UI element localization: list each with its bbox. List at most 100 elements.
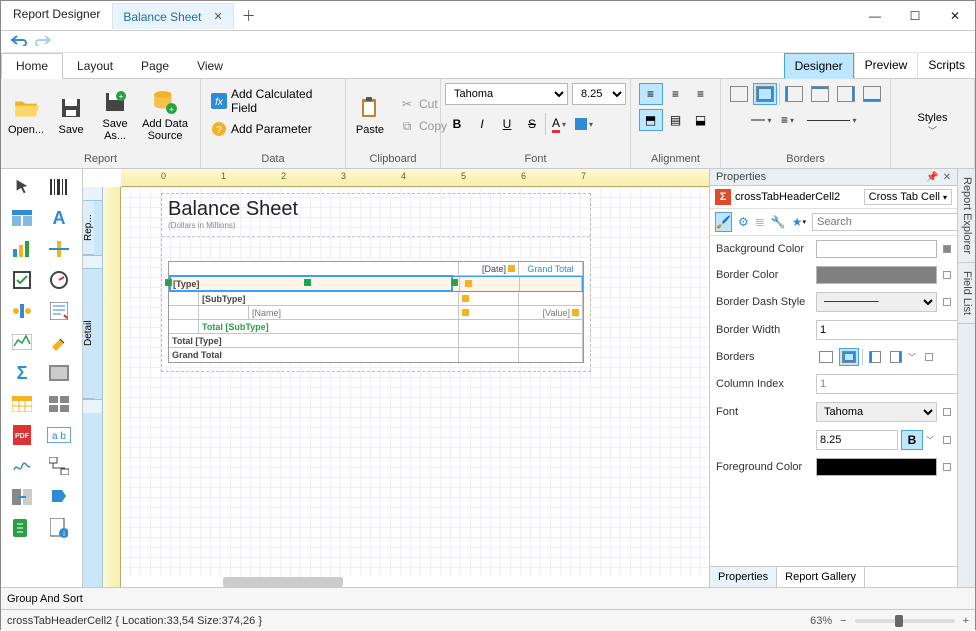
prop-fontsize-input[interactable] xyxy=(816,430,898,450)
wrench-icon[interactable]: 🔧 xyxy=(771,212,786,232)
font-color-button[interactable]: A▾ xyxy=(547,113,571,135)
prop-border-right[interactable] xyxy=(887,348,905,366)
border-right-button[interactable] xyxy=(834,83,858,105)
label-tool[interactable]: A xyxy=(42,204,76,232)
border-none-button[interactable] xyxy=(727,83,751,105)
redo-icon[interactable] xyxy=(35,33,51,51)
prop-bgcolor-swatch[interactable] xyxy=(816,240,937,258)
prop-dashstyle-select[interactable]: ─────── xyxy=(816,292,937,312)
ribbon-tab-page[interactable]: Page xyxy=(127,54,183,78)
chevron-down-icon[interactable]: ﹀ xyxy=(926,435,934,446)
tab-properties[interactable]: Properties xyxy=(710,567,777,587)
pointer-tool[interactable] xyxy=(5,173,39,201)
brush-icon[interactable]: 🖌️ xyxy=(715,212,732,232)
band-bar[interactable]: Rep... Detail xyxy=(83,187,103,587)
signature-tool[interactable] xyxy=(5,452,39,480)
prop-bold-button[interactable]: B xyxy=(901,430,923,450)
border-style-button[interactable]: ▾ xyxy=(802,109,862,131)
chart-tool[interactable] xyxy=(5,235,39,263)
property-search-input[interactable] xyxy=(812,213,964,231)
strike-button[interactable]: S xyxy=(520,113,544,135)
table-tool[interactable] xyxy=(5,390,39,418)
design-surface[interactable]: 0 1 2 3 4 5 6 7 Rep... Detail Balance Sh… xyxy=(83,169,709,587)
field-list-tab[interactable]: Field List xyxy=(958,263,975,324)
close-icon[interactable]: ✕ xyxy=(213,10,222,23)
relation-tool[interactable] xyxy=(42,452,76,480)
cell-name[interactable]: [Name] xyxy=(249,306,459,319)
prop-border-none[interactable] xyxy=(816,348,836,366)
sparkline-tool[interactable] xyxy=(5,328,39,356)
ribbon-tool-designer[interactable]: Designer xyxy=(784,53,854,79)
valign-bottom-button[interactable]: ⬓ xyxy=(689,109,713,131)
save-as-button[interactable]: + Save As... xyxy=(94,86,136,144)
report-subtitle-label[interactable]: (Dollars in Millions) xyxy=(162,221,590,237)
cell-grand-total-header[interactable]: Grand Total xyxy=(519,262,583,275)
prop-font-select[interactable]: Tahoma xyxy=(816,402,937,422)
tab-report-gallery[interactable]: Report Gallery xyxy=(777,567,865,587)
border-width-button[interactable]: ≡▾ xyxy=(776,109,800,131)
bold-button[interactable]: B xyxy=(445,113,469,135)
maximize-button[interactable]: ☐ xyxy=(895,1,935,30)
valign-top-button[interactable]: ⬒ xyxy=(639,109,663,131)
textbox-tool[interactable]: a b xyxy=(42,421,76,449)
close-panel-icon[interactable]: ✕ xyxy=(943,172,951,183)
border-color-button[interactable]: ▾ xyxy=(750,109,774,131)
tab-balance-sheet[interactable]: Balance Sheet ✕ xyxy=(112,3,233,30)
richtext-tool[interactable] xyxy=(42,297,76,325)
prop-border-left[interactable] xyxy=(866,348,884,366)
add-data-source-button[interactable]: + Add Data Source xyxy=(138,86,192,144)
prop-borderwidth-input[interactable] xyxy=(816,320,957,340)
grid-tool[interactable] xyxy=(42,390,76,418)
new-tab-button[interactable]: ＋ xyxy=(234,1,264,30)
undo-icon[interactable] xyxy=(11,33,27,51)
report-title-label[interactable]: Balance Sheet xyxy=(162,194,590,221)
chevron-down-icon[interactable]: ﹀ xyxy=(908,352,916,363)
gear-icon[interactable]: ⚙ xyxy=(738,212,749,232)
align-center-button[interactable]: ≡ xyxy=(664,83,688,105)
detail-band[interactable]: Detail xyxy=(83,269,94,399)
highlight-tool[interactable] xyxy=(42,328,76,356)
vertical-ruler[interactable] xyxy=(103,187,121,587)
open-button[interactable]: Open... xyxy=(4,92,48,138)
center-tool[interactable] xyxy=(42,235,76,263)
prop-bordercolor-swatch[interactable] xyxy=(816,266,937,284)
border-left-button[interactable] xyxy=(782,83,806,105)
favorite-icon[interactable]: ★▾ xyxy=(792,212,806,232)
barcode-tool[interactable] xyxy=(42,173,76,201)
valign-middle-button[interactable]: ▤ xyxy=(664,109,688,131)
report-explorer-tab[interactable]: Report Explorer xyxy=(958,169,975,263)
border-all-button[interactable] xyxy=(753,83,777,105)
horizontal-ruler[interactable]: 0 1 2 3 4 5 6 7 xyxy=(121,169,709,187)
ribbon-tab-layout[interactable]: Layout xyxy=(63,54,127,78)
report-body[interactable]: Balance Sheet (Dollars in Millions) [Dat… xyxy=(161,193,591,372)
ribbon-tool-preview[interactable]: Preview xyxy=(854,53,918,78)
font-name-select[interactable]: Tahoma xyxy=(445,83,568,105)
report-header-band[interactable]: Rep... xyxy=(83,201,94,255)
checkbox-tool[interactable] xyxy=(5,266,39,294)
save-button[interactable]: Save xyxy=(50,92,92,138)
pdf-tool[interactable]: PDF xyxy=(5,421,39,449)
add-calc-field-button[interactable]: fx Add Calculated Field xyxy=(205,85,341,117)
ribbon-tool-scripts[interactable]: Scripts xyxy=(917,53,975,78)
shape-green-tool[interactable] xyxy=(5,514,39,542)
zoom-slider[interactable] xyxy=(855,619,955,623)
gauge-tool[interactable] xyxy=(42,266,76,294)
cell-type[interactable]: [Type] xyxy=(170,277,460,291)
group-and-sort-tab[interactable]: Group And Sort xyxy=(7,593,83,605)
cell-grand-total-row[interactable]: Grand Total xyxy=(169,348,459,362)
border-bottom-button[interactable] xyxy=(860,83,884,105)
align-right-button[interactable]: ≡ xyxy=(689,83,713,105)
cell-total-subtype[interactable]: Total [SubType] xyxy=(199,320,459,333)
add-parameter-button[interactable]: ? Add Parameter xyxy=(205,119,318,139)
paste-button[interactable]: Paste xyxy=(349,92,391,138)
align-tool[interactable] xyxy=(5,297,39,325)
pin-icon[interactable]: 📌 xyxy=(926,172,938,183)
panel-tool[interactable] xyxy=(42,359,76,387)
align-left-button[interactable]: ≡ xyxy=(639,83,663,105)
font-size-select[interactable]: 8.25 xyxy=(572,83,626,105)
close-button[interactable]: ✕ xyxy=(935,1,975,30)
horizontal-scrollbar[interactable] xyxy=(123,577,709,587)
border-top-button[interactable] xyxy=(808,83,832,105)
underline-button[interactable]: U xyxy=(495,113,519,135)
styles-button[interactable]: Styles ﹀ xyxy=(912,108,954,139)
